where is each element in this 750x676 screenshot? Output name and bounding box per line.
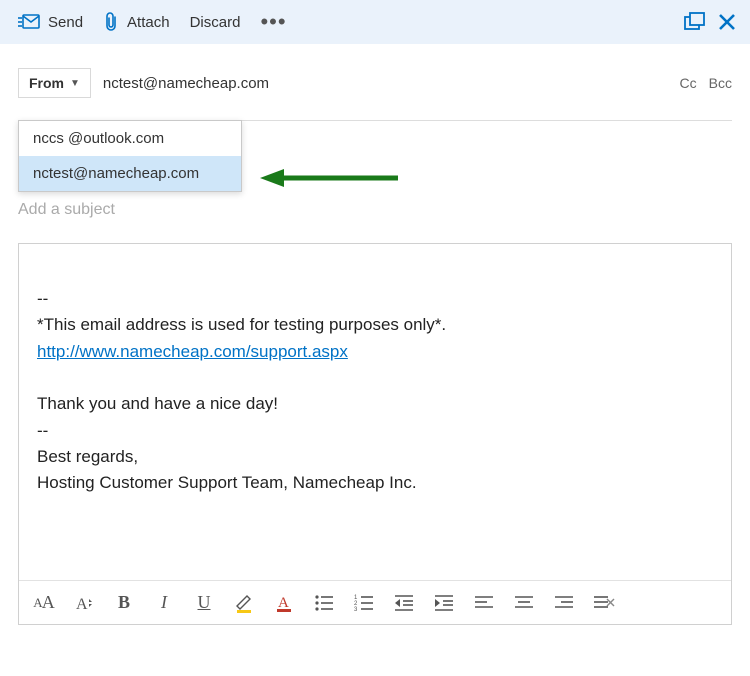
- font-family-button[interactable]: AA: [25, 584, 63, 622]
- from-option-1[interactable]: nctest@namecheap.com: [19, 156, 241, 191]
- paperclip-icon: [103, 12, 119, 32]
- underline-button[interactable]: U: [185, 584, 223, 622]
- from-dropdown-menu: nccs @outlook.com nctest@namecheap.com: [18, 120, 242, 192]
- svg-text:A: A: [278, 595, 289, 611]
- popout-icon[interactable]: [684, 12, 706, 32]
- send-label: Send: [48, 14, 83, 31]
- discard-button[interactable]: Discard: [180, 8, 251, 37]
- bcc-button[interactable]: Bcc: [709, 75, 732, 91]
- compose-toolbar: Send Attach Discard •••: [0, 0, 750, 44]
- align-right-button[interactable]: [545, 584, 583, 622]
- annotation-arrow: [260, 166, 400, 190]
- from-option-0[interactable]: nccs @outlook.com: [19, 121, 241, 156]
- align-center-button[interactable]: [505, 584, 543, 622]
- discard-label: Discard: [190, 14, 241, 31]
- body-line: [37, 365, 713, 391]
- body-line: Thank you and have a nice day!: [37, 391, 713, 417]
- from-selected-address: nctest@namecheap.com: [103, 75, 269, 92]
- font-size-button[interactable]: A: [65, 584, 103, 622]
- subject-input[interactable]: [18, 197, 732, 223]
- attach-button[interactable]: Attach: [93, 6, 180, 38]
- indent-increase-button[interactable]: [425, 584, 463, 622]
- align-left-button[interactable]: [465, 584, 503, 622]
- message-body[interactable]: -- *This email address is used for testi…: [19, 244, 731, 580]
- bold-button[interactable]: B: [105, 584, 143, 622]
- from-row: From ▼ nctest@namecheap.com Cc Bcc: [18, 68, 732, 98]
- subject-row: [18, 197, 732, 223]
- cc-button[interactable]: Cc: [680, 75, 697, 91]
- svg-text:A: A: [76, 596, 88, 613]
- format-toolbar: AA A B I U A: [19, 580, 731, 624]
- bullet-list-button[interactable]: [305, 584, 343, 622]
- chevron-down-icon: ▼: [70, 78, 80, 89]
- highlight-button[interactable]: [225, 584, 263, 622]
- send-button[interactable]: Send: [8, 8, 93, 37]
- from-label: From: [29, 75, 64, 91]
- close-icon[interactable]: [718, 13, 736, 31]
- body-link[interactable]: http://www.namecheap.com/support.aspx: [37, 342, 348, 361]
- indent-decrease-button[interactable]: [385, 584, 423, 622]
- svg-text:3: 3: [354, 607, 358, 612]
- body-line: --: [37, 418, 713, 444]
- send-icon: [18, 14, 40, 30]
- attach-label: Attach: [127, 14, 170, 31]
- clear-formatting-button[interactable]: [585, 584, 623, 622]
- from-dropdown-button[interactable]: From ▼: [18, 68, 91, 98]
- italic-button[interactable]: I: [145, 584, 183, 622]
- more-actions-button[interactable]: •••: [250, 9, 296, 35]
- number-list-button[interactable]: 1 2 3: [345, 584, 383, 622]
- body-line: Best regards,: [37, 444, 713, 470]
- body-line: --: [37, 286, 713, 312]
- font-color-button[interactable]: A: [265, 584, 303, 622]
- body-line: *This email address is used for testing …: [37, 312, 713, 338]
- body-line: Hosting Customer Support Team, Namecheap…: [37, 470, 713, 496]
- message-body-container: -- *This email address is used for testi…: [18, 243, 732, 625]
